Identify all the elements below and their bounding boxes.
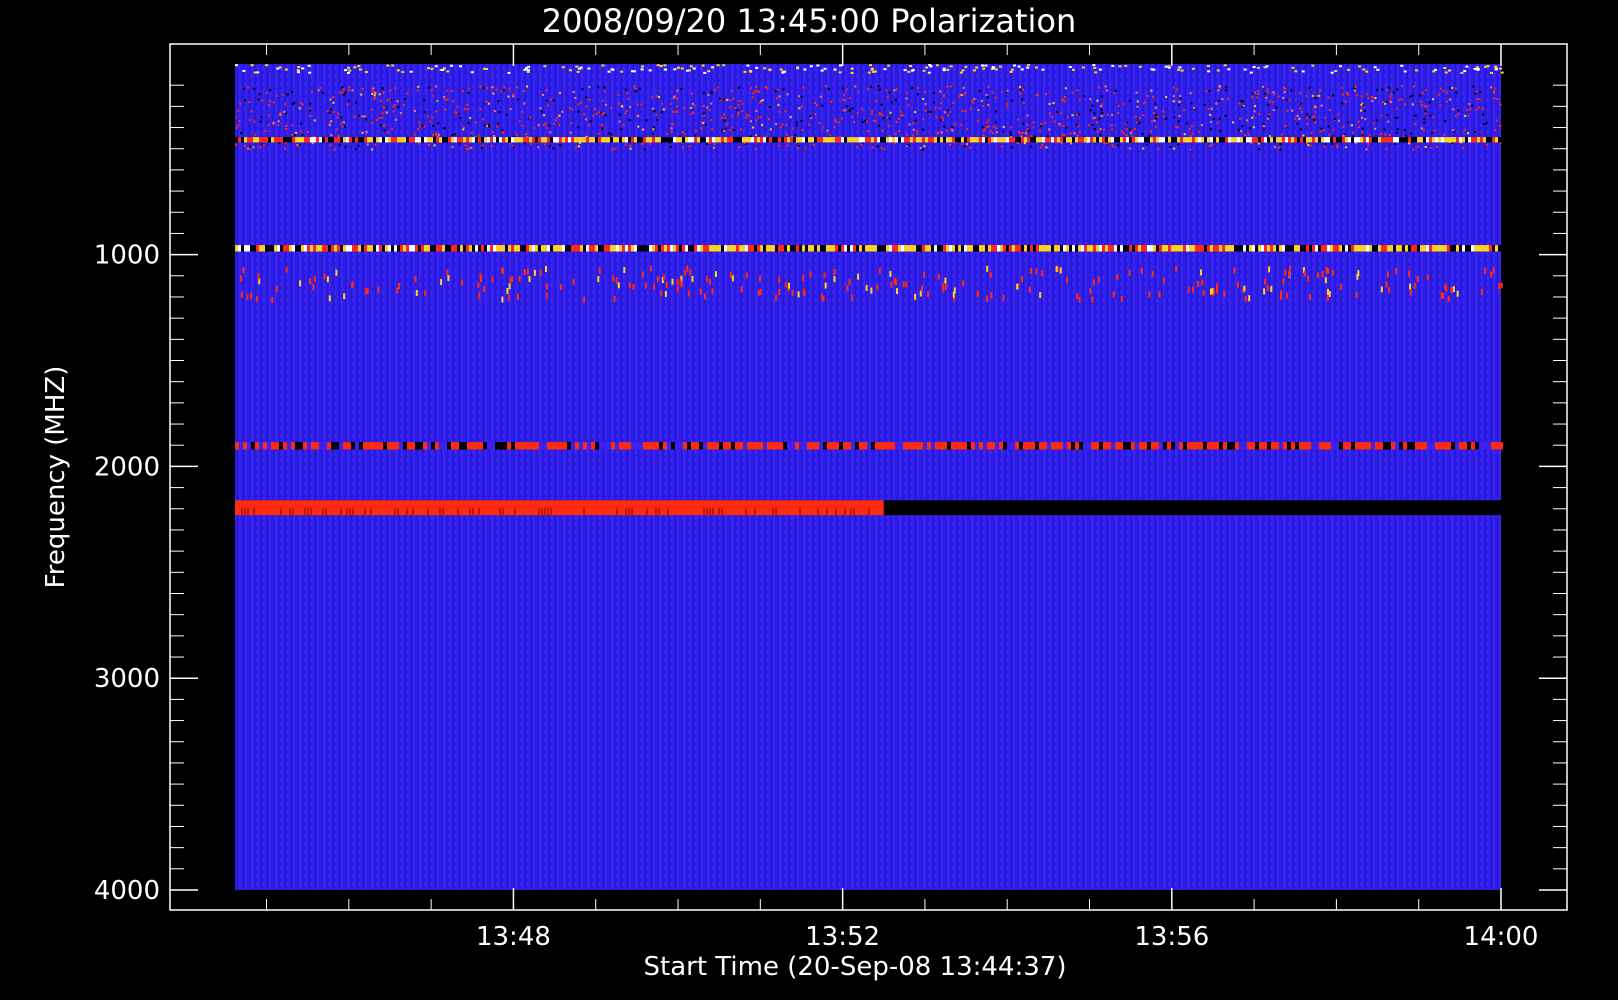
y-tick-label: 3000 [94,664,160,694]
y-tick-label: 1000 [94,241,160,271]
x-axis-label: Start Time (20-Sep-08 13:44:37) [644,952,1067,982]
feature-bright-band [235,137,1501,143]
x-tick-label: 13:56 [1134,922,1209,952]
x-tick-label: 13:52 [805,922,880,952]
feature-hot-band [235,442,1503,450]
feature-bright-band [235,245,1501,252]
heatmap-area [235,64,1504,890]
chart-title: 2008/09/20 13:45:00 Polarization [542,2,1076,40]
feature-hot-to-dark-band [235,500,1501,516]
x-tick-label: 14:00 [1464,922,1539,952]
polarization-spectrogram: 2008/09/20 13:45:00 Polarization 1000 200… [41,2,1568,982]
y-tick-label: 4000 [94,876,160,906]
x-tick-label: 13:48 [476,922,551,952]
heatmap-background [235,64,1501,890]
y-axis-label: Frequency (MHZ) [41,366,71,589]
y-tick-label: 2000 [94,452,160,482]
